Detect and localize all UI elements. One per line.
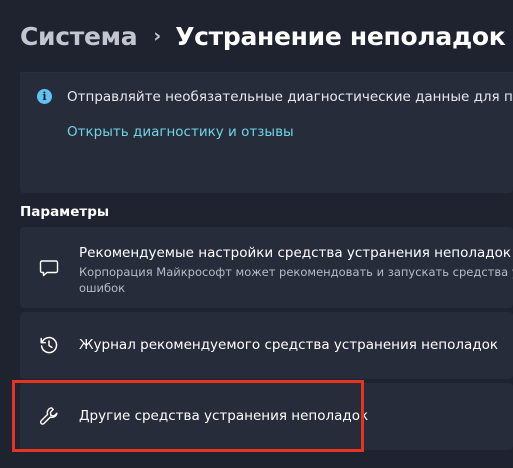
- diagnostics-info-card: i Отправляйте необязательные диагностиче…: [20, 73, 513, 193]
- history-icon: [40, 336, 58, 354]
- breadcrumb-system[interactable]: Система: [20, 22, 138, 51]
- breadcrumb-chevron-icon: ›: [153, 25, 162, 47]
- history-title: Журнал рекомендуемого средства устранени…: [79, 337, 499, 353]
- recommended-settings-description: Корпорация Майкрософт может рекомендоват…: [79, 265, 513, 295]
- other-troubleshooters-item[interactable]: Другие средства устранения неполадок: [20, 383, 513, 450]
- section-label-parameters: Параметры: [20, 204, 110, 220]
- recommended-settings-title: Рекомендуемые настройки средства устране…: [79, 245, 512, 261]
- page-title: Устранение неполадок: [175, 21, 506, 51]
- chat-bubble-icon: [39, 260, 59, 277]
- wrench-icon: [40, 407, 58, 425]
- recommended-troubleshooter-settings-item[interactable]: Рекомендуемые настройки средства устране…: [20, 227, 513, 308]
- other-troubleshooters-title: Другие средства устранения неполадок: [79, 408, 369, 424]
- recommended-troubleshooter-history-item[interactable]: Журнал рекомендуемого средства устранени…: [20, 312, 513, 379]
- info-icon: i: [37, 89, 52, 104]
- breadcrumb: Система › Устранение неполадок: [20, 16, 506, 56]
- open-diagnostics-feedback-link[interactable]: Открыть диагностику и отзывы: [67, 124, 294, 140]
- diagnostics-info-text: Отправляйте необязательные диагностическ…: [67, 89, 513, 105]
